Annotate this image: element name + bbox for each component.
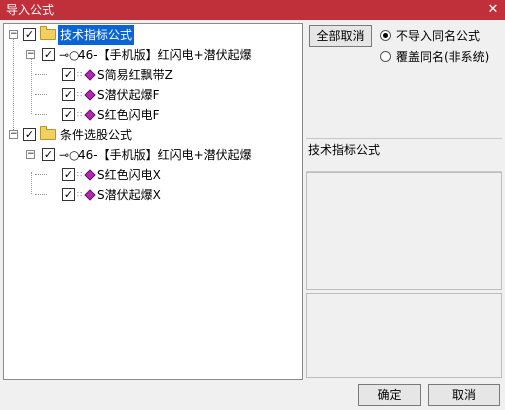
tree-node-subformula[interactable]: ✓ ∷ S红色闪电X <box>4 165 300 185</box>
all-cancel-button[interactable]: 全部取消 <box>309 25 372 47</box>
formula-label[interactable]: 46-【手机版】红闪电+潜伏起爆 <box>78 45 252 65</box>
window-title: 导入公式 <box>6 3 55 17</box>
dots-icon: ∷ <box>77 170 83 179</box>
group-checkbox[interactable]: ✓ <box>23 128 36 141</box>
option-label: 不导入同名公式 <box>396 29 481 43</box>
cancel-button[interactable]: 取消 <box>428 384 500 406</box>
ok-button[interactable]: 确定 <box>358 384 421 406</box>
subformula-checkbox[interactable]: ✓ <box>62 68 75 81</box>
subformula-label[interactable]: S红色闪电X <box>97 165 161 185</box>
subformula-checkbox[interactable]: ✓ <box>62 108 75 121</box>
formula-detail-area <box>306 293 502 378</box>
diamond-icon <box>84 189 96 201</box>
diamond-icon <box>84 169 96 181</box>
tree-node-group[interactable]: − ✓ 技术指标公式 <box>4 25 300 45</box>
dots-icon: ∷ <box>77 190 83 199</box>
dots-icon: ∷ <box>77 90 83 99</box>
tree-node-subformula[interactable]: ✓ ∷ S潜伏起爆X <box>4 185 300 205</box>
group-label[interactable]: 技术指标公式 <box>58 25 135 45</box>
info-panel-header: 技术指标公式 <box>306 138 502 172</box>
dots-icon: ∷ <box>77 70 83 79</box>
collapse-icon[interactable]: − <box>9 30 18 39</box>
diamond-icon <box>84 109 96 121</box>
subformula-label[interactable]: S红色闪电F <box>97 105 160 125</box>
folder-icon <box>40 126 56 140</box>
radio-unselected-icon[interactable] <box>380 51 391 62</box>
subformula-label[interactable]: S潜伏起爆X <box>97 185 161 205</box>
collapse-icon[interactable]: − <box>9 130 18 139</box>
subformula-checkbox[interactable]: ✓ <box>62 188 75 201</box>
radio-selected-icon[interactable] <box>380 30 391 41</box>
formula-description-area <box>306 172 502 290</box>
dots-icon: ∷ <box>77 110 83 119</box>
title-bar: 导入公式 ✕ <box>0 0 505 20</box>
subformula-label[interactable]: S潜伏起爆F <box>97 85 160 105</box>
formula-checkbox[interactable]: ✓ <box>42 148 55 161</box>
subformula-label[interactable]: S简易红飘带Z <box>97 65 173 85</box>
formula-label[interactable]: 46-【手机版】红闪电+潜伏起爆 <box>78 145 252 165</box>
group-checkbox[interactable]: ✓ <box>23 28 36 41</box>
formula-tree[interactable]: − ✓ 技术指标公式 − ✓ ⊸○ 46-【手机版】红闪电+潜伏起爆 ✓ ∷ S… <box>3 23 303 380</box>
info-panel-title: 技术指标公式 <box>308 143 381 157</box>
tree-node-formula[interactable]: − ✓ ⊸○ 46-【手机版】红闪电+潜伏起爆 <box>4 45 300 65</box>
tree-node-subformula[interactable]: ✓ ∷ S红色闪电F <box>4 105 300 125</box>
key-icon: ⊸○ <box>59 148 80 162</box>
subformula-checkbox[interactable]: ✓ <box>62 88 75 101</box>
subformula-checkbox[interactable]: ✓ <box>62 168 75 181</box>
formula-checkbox[interactable]: ✓ <box>42 48 55 61</box>
tree-node-subformula[interactable]: ✓ ∷ S简易红飘带Z <box>4 65 300 85</box>
diamond-icon <box>84 89 96 101</box>
diamond-icon <box>84 69 96 81</box>
group-label[interactable]: 条件选股公式 <box>60 125 132 145</box>
tree-node-formula[interactable]: − ✓ ⊸○ 46-【手机版】红闪电+潜伏起爆 <box>4 145 300 165</box>
collapse-icon[interactable]: − <box>26 50 35 59</box>
folder-icon <box>40 26 56 40</box>
close-icon[interactable]: ✕ <box>483 0 503 20</box>
tree-node-group[interactable]: − ✓ 条件选股公式 <box>4 125 300 145</box>
option-label: 覆盖同名(非系统) <box>396 50 490 64</box>
collapse-icon[interactable]: − <box>26 150 35 159</box>
tree-node-subformula[interactable]: ✓ ∷ S潜伏起爆F <box>4 85 300 105</box>
key-icon: ⊸○ <box>59 48 80 62</box>
